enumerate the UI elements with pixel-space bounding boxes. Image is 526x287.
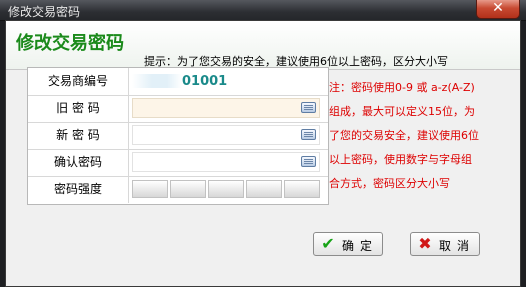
keyboard-icon[interactable] <box>301 102 316 113</box>
note-line: 组成，最大可以定义15位，为 <box>329 105 475 118</box>
note-line: 合方式，密码区分大小写 <box>329 177 450 190</box>
masked-account-prefix <box>132 74 182 88</box>
strength-label: 密码强度 <box>28 176 129 203</box>
strength-segment <box>246 180 282 198</box>
ok-button[interactable]: ✔ 确定 <box>313 232 383 256</box>
old-password-label: 旧 密 码 <box>28 95 129 122</box>
close-icon: ✕ <box>492 0 504 16</box>
note-line: 注：密码使用0-9 或 a-z(A-Z) <box>329 81 475 94</box>
old-password-input[interactable] <box>132 98 320 118</box>
password-rules-note: 注：密码使用0-9 或 a-z(A-Z) 组成，最大可以定义15位，为 了您的交… <box>329 76 509 196</box>
new-password-label: 新 密 码 <box>28 122 129 149</box>
password-form: 交易商编号 01001 旧 密 码 新 密 码 确认密码 密码强度 <box>27 67 329 205</box>
old-password-field <box>132 98 320 118</box>
strength-segment <box>208 180 244 198</box>
confirm-password-input[interactable] <box>132 152 320 172</box>
row-account: 交易商编号 01001 <box>28 68 328 96</box>
note-line: 了您的交易安全，建议使用6位 <box>329 129 479 142</box>
keyboard-icon[interactable] <box>301 129 316 140</box>
row-new-password: 新 密 码 <box>28 122 328 150</box>
confirm-password-label: 确认密码 <box>28 149 129 176</box>
strength-segment <box>284 180 320 198</box>
checkmark-icon: ✔ <box>321 234 335 253</box>
account-field: 01001 <box>132 71 320 91</box>
row-confirm-password: 确认密码 <box>28 149 328 177</box>
title-bar: 修改交易密码 ✕ <box>0 0 526 21</box>
cancel-button[interactable]: ✖ 取消 <box>410 232 480 256</box>
dialog-banner: 修改交易密码 提示：为了您交易的安全，建议使用6位以上密码，区分大小写 <box>6 21 520 70</box>
account-value: 01001 <box>182 74 228 89</box>
strength-meter <box>132 180 320 198</box>
ok-button-label: 确定 <box>342 239 379 253</box>
confirm-password-field <box>132 152 320 172</box>
strength-segment <box>132 180 168 198</box>
strength-field <box>132 179 320 199</box>
row-strength: 密码强度 <box>28 176 328 203</box>
close-button[interactable]: ✕ <box>476 0 520 19</box>
window-title: 修改交易密码 <box>8 5 81 19</box>
strength-segment <box>170 180 206 198</box>
dialog-heading: 修改交易密码 <box>16 33 124 54</box>
account-label: 交易商编号 <box>28 68 129 95</box>
keyboard-icon[interactable] <box>301 156 316 167</box>
note-line: 以上密码，使用数字与字母组 <box>329 153 472 166</box>
cancel-button-label: 取消 <box>439 239 476 253</box>
row-old-password: 旧 密 码 <box>28 95 328 123</box>
cross-icon: ✖ <box>418 234 432 253</box>
new-password-field <box>132 125 320 145</box>
new-password-input[interactable] <box>132 125 320 145</box>
